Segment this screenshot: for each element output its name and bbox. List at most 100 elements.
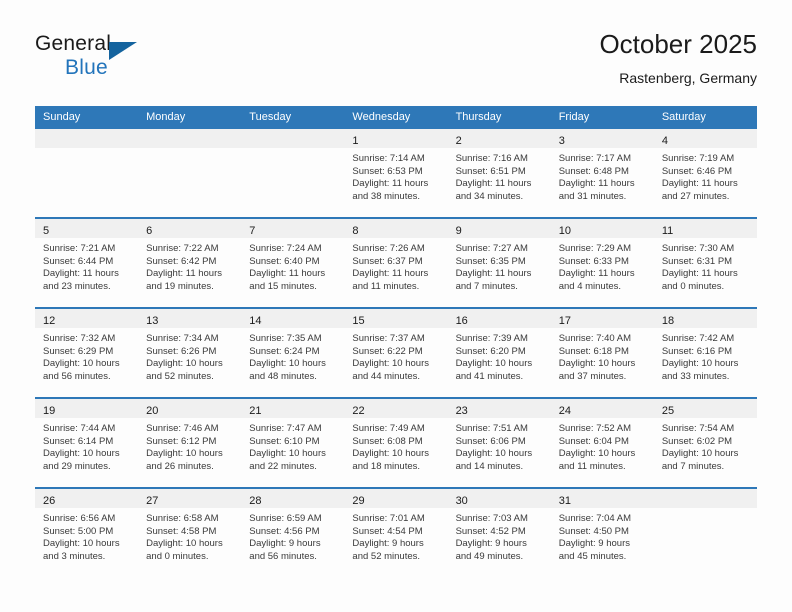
daylight-text-line1: Daylight: 10 hours bbox=[352, 358, 429, 370]
calendar-day-cell[interactable]: 11 Sunrise: 7:30 AM Sunset: 6:31 PM Dayligh… bbox=[653, 219, 757, 307]
calendar-day-cell[interactable]: 27 Sunrise: 6:58 AM Sunset: 4:58 PM Dayligh… bbox=[138, 489, 242, 577]
calendar-day-cell[interactable]: 14 Sunrise: 7:35 AM Sunset: 6:24 PM Dayligh… bbox=[241, 309, 345, 397]
day-number: 27 bbox=[146, 495, 159, 507]
logo-text-general: General bbox=[35, 32, 112, 55]
day-details: Sunrise: 6:56 AM Sunset: 5:00 PM Daylight:… bbox=[35, 508, 138, 563]
calendar-day-cell[interactable]: 5 Sunrise: 7:21 AM Sunset: 6:44 PM Daylight… bbox=[35, 219, 139, 307]
day-number-band bbox=[35, 129, 139, 148]
calendar-day-cell[interactable]: 25 Sunrise: 7:54 AM Sunset: 6:02 PM Dayligh… bbox=[653, 399, 757, 487]
weekday-header-wednesday: Wednesday bbox=[352, 111, 411, 123]
day-details: Sunrise: 7:34 AM Sunset: 6:26 PM Daylight:… bbox=[138, 328, 241, 383]
day-number: 16 bbox=[455, 315, 468, 327]
daylight-text-line1: Daylight: 11 hours bbox=[249, 268, 326, 280]
sunset-text: Sunset: 6:42 PM bbox=[146, 255, 217, 267]
sunset-text: Sunset: 6:20 PM bbox=[455, 345, 526, 357]
calendar-day-cell[interactable]: 9 Sunrise: 7:27 AM Sunset: 6:35 PM Daylight… bbox=[447, 219, 551, 307]
day-details: Sunrise: 7:44 AM Sunset: 6:14 PM Daylight:… bbox=[35, 418, 138, 473]
sunrise-text: Sunrise: 7:32 AM bbox=[43, 333, 116, 344]
sunset-text: Sunset: 4:52 PM bbox=[455, 525, 526, 537]
calendar-day-cell-empty bbox=[35, 129, 139, 217]
sunset-text: Sunset: 6:53 PM bbox=[352, 165, 423, 177]
calendar-day-cell[interactable]: 31 Sunrise: 7:04 AM Sunset: 4:50 PM Dayligh… bbox=[550, 489, 654, 577]
daylight-text-line1: Daylight: 9 hours bbox=[455, 538, 527, 550]
calendar-day-cell[interactable]: 19 Sunrise: 7:44 AM Sunset: 6:14 PM Dayligh… bbox=[35, 399, 139, 487]
calendar-day-cell[interactable]: 23 Sunrise: 7:51 AM Sunset: 6:06 PM Dayligh… bbox=[447, 399, 551, 487]
sunset-text: Sunset: 6:04 PM bbox=[558, 435, 629, 447]
calendar-day-cell[interactable]: 13 Sunrise: 7:34 AM Sunset: 6:26 PM Dayligh… bbox=[138, 309, 242, 397]
sunrise-text: Sunrise: 7:01 AM bbox=[352, 513, 425, 524]
page-subtitle: Rastenberg, Germany bbox=[619, 70, 757, 86]
daylight-text-line1: Daylight: 11 hours bbox=[352, 268, 429, 280]
calendar-day-cell[interactable]: 10 Sunrise: 7:29 AM Sunset: 6:33 PM Dayligh… bbox=[550, 219, 654, 307]
calendar-week-row: 5 Sunrise: 7:21 AM Sunset: 6:44 PM Daylight… bbox=[35, 217, 757, 307]
calendar-day-cell[interactable]: 3 Sunrise: 7:17 AM Sunset: 6:48 PM Daylight… bbox=[550, 129, 654, 217]
daylight-text-line2: and 44 minutes. bbox=[352, 370, 421, 382]
daylight-text-line1: Daylight: 11 hours bbox=[455, 178, 532, 190]
sunrise-text: Sunrise: 7:17 AM bbox=[558, 153, 632, 164]
calendar-day-cell[interactable]: 29 Sunrise: 7:01 AM Sunset: 4:54 PM Dayligh… bbox=[344, 489, 448, 577]
day-number-band: 21 bbox=[241, 399, 345, 418]
calendar-day-cell[interactable]: 4 Sunrise: 7:19 AM Sunset: 6:46 PM Daylight… bbox=[653, 129, 757, 217]
daylight-text-line1: Daylight: 10 hours bbox=[455, 358, 533, 370]
sunrise-text: Sunrise: 7:24 AM bbox=[249, 243, 322, 254]
calendar-day-cell[interactable]: 8 Sunrise: 7:26 AM Sunset: 6:37 PM Daylight… bbox=[344, 219, 448, 307]
weekday-header-saturday: Saturday bbox=[661, 111, 706, 123]
daylight-text-line1: Daylight: 11 hours bbox=[455, 268, 532, 280]
day-details: Sunrise: 7:03 AM Sunset: 4:52 PM Daylight:… bbox=[448, 508, 551, 563]
daylight-text-line1: Daylight: 10 hours bbox=[43, 538, 120, 550]
daylight-text-line2: and 7 minutes. bbox=[455, 280, 518, 292]
calendar-day-cell[interactable]: 2 Sunrise: 7:16 AM Sunset: 6:51 PM Daylight… bbox=[447, 129, 551, 217]
day-number-band: 16 bbox=[447, 309, 551, 328]
sunrise-text: Sunrise: 7:46 AM bbox=[146, 423, 219, 434]
calendar-day-cell[interactable]: 26 Sunrise: 6:56 AM Sunset: 5:00 PM Dayligh… bbox=[35, 489, 139, 577]
sunset-text: Sunset: 4:56 PM bbox=[249, 525, 320, 537]
daylight-text-line1: Daylight: 9 hours bbox=[352, 538, 424, 550]
day-number: 13 bbox=[146, 315, 159, 327]
calendar-day-cell[interactable]: 28 Sunrise: 6:59 AM Sunset: 4:56 PM Dayligh… bbox=[241, 489, 345, 577]
sunrise-text: Sunrise: 7:51 AM bbox=[455, 423, 528, 434]
sunset-text: Sunset: 6:08 PM bbox=[352, 435, 423, 447]
sunrise-text: Sunrise: 7:44 AM bbox=[43, 423, 116, 434]
calendar-day-cell[interactable]: 20 Sunrise: 7:46 AM Sunset: 6:12 PM Dayligh… bbox=[138, 399, 242, 487]
sunset-text: Sunset: 6:02 PM bbox=[661, 435, 733, 447]
day-details: Sunrise: 7:29 AM Sunset: 6:33 PM Daylight:… bbox=[551, 238, 654, 293]
calendar-day-cell[interactable]: 18 Sunrise: 7:42 AM Sunset: 6:16 PM Dayligh… bbox=[653, 309, 757, 397]
daylight-text-line1: Daylight: 10 hours bbox=[146, 448, 223, 460]
day-number: 22 bbox=[352, 405, 365, 417]
calendar-day-cell[interactable]: 22 Sunrise: 7:49 AM Sunset: 6:08 PM Dayligh… bbox=[344, 399, 448, 487]
daylight-text-line1: Daylight: 10 hours bbox=[146, 358, 223, 370]
calendar-day-cell[interactable]: 12 Sunrise: 7:32 AM Sunset: 6:29 PM Dayligh… bbox=[35, 309, 139, 397]
calendar-day-cell[interactable]: 30 Sunrise: 7:03 AM Sunset: 4:52 PM Dayligh… bbox=[447, 489, 551, 577]
day-number: 5 bbox=[43, 225, 50, 237]
calendar-day-cell[interactable]: 15 Sunrise: 7:37 AM Sunset: 6:22 PM Dayligh… bbox=[344, 309, 448, 397]
daylight-text-line2: and 45 minutes. bbox=[558, 550, 627, 562]
calendar-day-cell[interactable]: 21 Sunrise: 7:47 AM Sunset: 6:10 PM Dayligh… bbox=[241, 399, 345, 487]
calendar-day-cell[interactable]: 16 Sunrise: 7:39 AM Sunset: 6:20 PM Dayligh… bbox=[447, 309, 551, 397]
day-number-band: 20 bbox=[138, 399, 242, 418]
day-number: 11 bbox=[661, 225, 674, 237]
day-number: 17 bbox=[558, 315, 571, 327]
calendar-day-cell[interactable]: 24 Sunrise: 7:52 AM Sunset: 6:04 PM Dayligh… bbox=[550, 399, 654, 487]
sunrise-text: Sunrise: 7:37 AM bbox=[352, 333, 425, 344]
day-number: 3 bbox=[558, 135, 565, 147]
calendar-day-cell[interactable]: 1 Sunrise: 7:14 AM Sunset: 6:53 PM Daylight… bbox=[344, 129, 448, 217]
day-number-band: 8 bbox=[344, 219, 448, 238]
calendar-day-cell[interactable]: 17 Sunrise: 7:40 AM Sunset: 6:18 PM Dayligh… bbox=[550, 309, 654, 397]
day-number-band bbox=[241, 129, 345, 148]
day-number: 30 bbox=[455, 495, 468, 507]
generalblue-logo[interactable]: General Blue bbox=[35, 32, 155, 88]
sunset-text: Sunset: 6:12 PM bbox=[146, 435, 217, 447]
daylight-text-line2: and 29 minutes. bbox=[43, 460, 111, 472]
day-number-band: 27 bbox=[138, 489, 242, 508]
daylight-text-line2: and 11 minutes. bbox=[352, 280, 420, 292]
sunset-text: Sunset: 4:50 PM bbox=[558, 525, 629, 537]
page-header: General Blue October 2025 Rastenberg, Ge… bbox=[35, 28, 757, 98]
calendar-grid: Sunday Monday Tuesday Wednesday Thursday… bbox=[35, 106, 757, 577]
calendar-day-cell[interactable]: 6 Sunrise: 7:22 AM Sunset: 6:42 PM Daylight… bbox=[138, 219, 242, 307]
sunset-text: Sunset: 4:58 PM bbox=[146, 525, 217, 537]
day-details: Sunrise: 7:42 AM Sunset: 6:16 PM Daylight:… bbox=[654, 328, 757, 383]
day-number-band: 12 bbox=[35, 309, 139, 328]
sunrise-text: Sunrise: 7:22 AM bbox=[146, 243, 219, 254]
calendar-day-cell[interactable]: 7 Sunrise: 7:24 AM Sunset: 6:40 PM Daylight… bbox=[241, 219, 345, 307]
daylight-text-line2: and 11 minutes. bbox=[558, 460, 626, 472]
